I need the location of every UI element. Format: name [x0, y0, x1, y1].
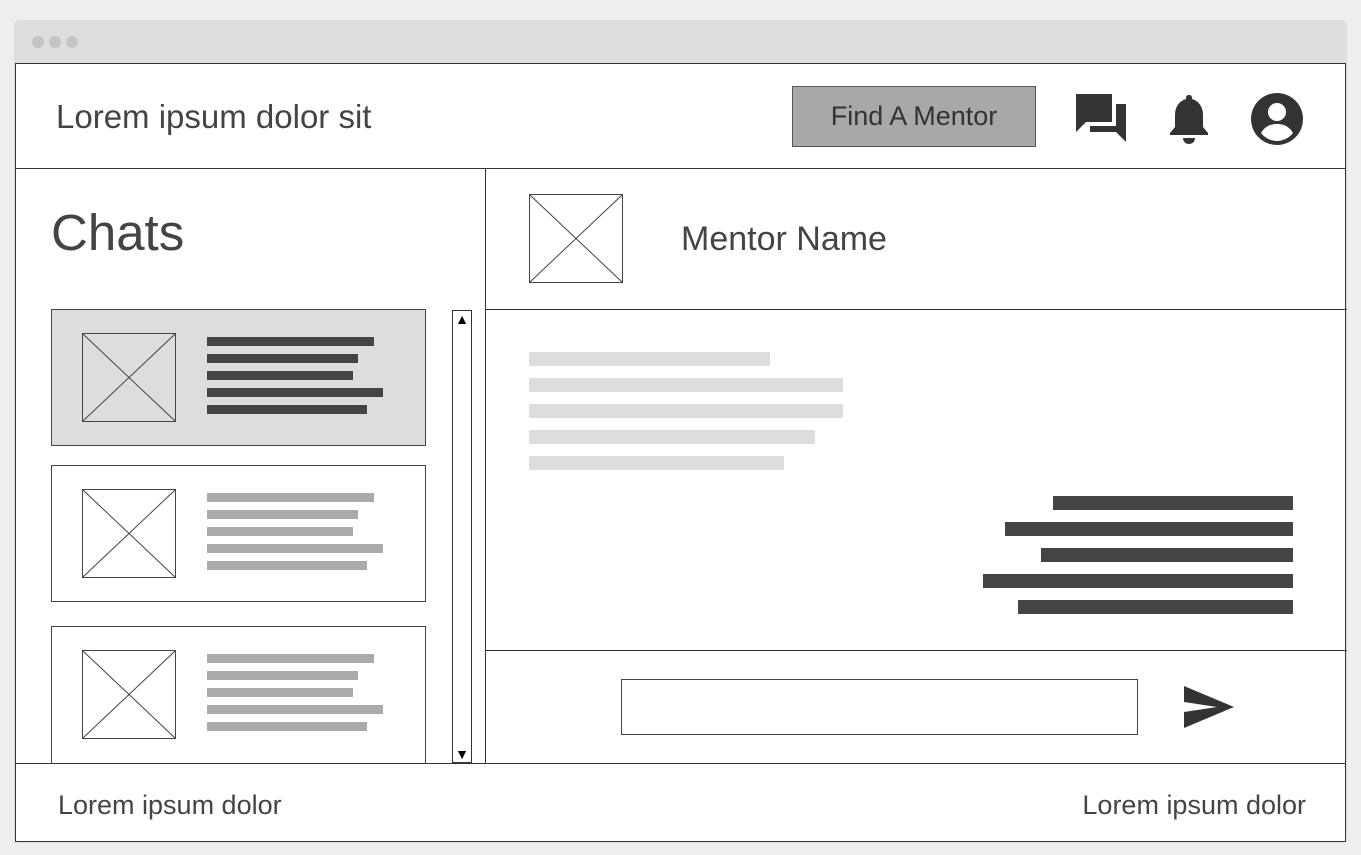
window-dot-close[interactable]: [32, 36, 44, 48]
window-dot-minimize[interactable]: [49, 36, 61, 48]
text-line: [207, 654, 374, 663]
chats-heading: Chats: [51, 204, 185, 261]
site-title: Lorem ipsum dolor sit: [56, 98, 372, 135]
text-line: [207, 371, 353, 380]
footer: Lorem ipsum dolor Lorem ipsum dolor: [16, 763, 1345, 843]
message-thread: [486, 310, 1347, 651]
chat-list-item[interactable]: [51, 626, 426, 763]
app-frame: Lorem ipsum dolor sit Find A Mentor Chat…: [15, 63, 1347, 843]
avatar-placeholder-icon: [82, 650, 176, 739]
text-line: [529, 404, 843, 418]
text-line: [207, 493, 374, 502]
text-line: [529, 456, 784, 470]
mentor-name: Mentor Name: [681, 220, 887, 258]
footer-left-text: Lorem ipsum dolor: [58, 790, 282, 820]
chat-list-item[interactable]: [51, 465, 426, 602]
text-line: [207, 561, 367, 570]
message-input[interactable]: [621, 679, 1138, 735]
text-line: [207, 671, 358, 680]
text-line: [529, 378, 843, 392]
text-line: [207, 405, 367, 414]
chat-bubbles-icon[interactable]: [1074, 92, 1128, 149]
text-line: [207, 688, 353, 697]
text-line: [207, 527, 353, 536]
bell-icon[interactable]: [1168, 91, 1210, 150]
text-line: [1018, 600, 1293, 614]
chats-scrollbar[interactable]: ▲ ▼: [452, 310, 472, 763]
avatar-placeholder-icon: [82, 333, 176, 422]
send-icon[interactable]: [1183, 685, 1235, 734]
window-dot-maximize[interactable]: [66, 36, 78, 48]
text-line: [207, 705, 383, 714]
top-nav: Lorem ipsum dolor sit Find A Mentor: [16, 64, 1345, 169]
text-line: [207, 354, 358, 363]
window-controls: [32, 35, 83, 53]
text-line: [983, 574, 1293, 588]
message-composer: [486, 651, 1347, 763]
find-mentor-button[interactable]: Find A Mentor: [792, 86, 1036, 147]
avatar-placeholder-icon: [82, 489, 176, 578]
conversation-header: Mentor Name: [486, 168, 1347, 310]
text-line: [207, 388, 383, 397]
account-circle-icon[interactable]: [1250, 92, 1304, 151]
text-line: [529, 430, 815, 444]
text-line: [1053, 496, 1293, 510]
chats-panel: Chats ▲ ▼: [16, 168, 486, 763]
text-line: [207, 544, 383, 553]
scroll-down-arrow[interactable]: ▼: [453, 746, 471, 762]
chat-list-item[interactable]: [51, 309, 426, 446]
footer-right-text: Lorem ipsum dolor: [1082, 790, 1306, 820]
text-line: [207, 510, 358, 519]
text-line: [207, 722, 367, 731]
text-line: [529, 352, 770, 366]
scroll-up-arrow[interactable]: ▲: [453, 311, 471, 327]
text-line: [207, 337, 374, 346]
text-line: [1005, 522, 1293, 536]
mentor-avatar-placeholder-icon: [529, 194, 623, 283]
text-line: [1041, 548, 1293, 562]
